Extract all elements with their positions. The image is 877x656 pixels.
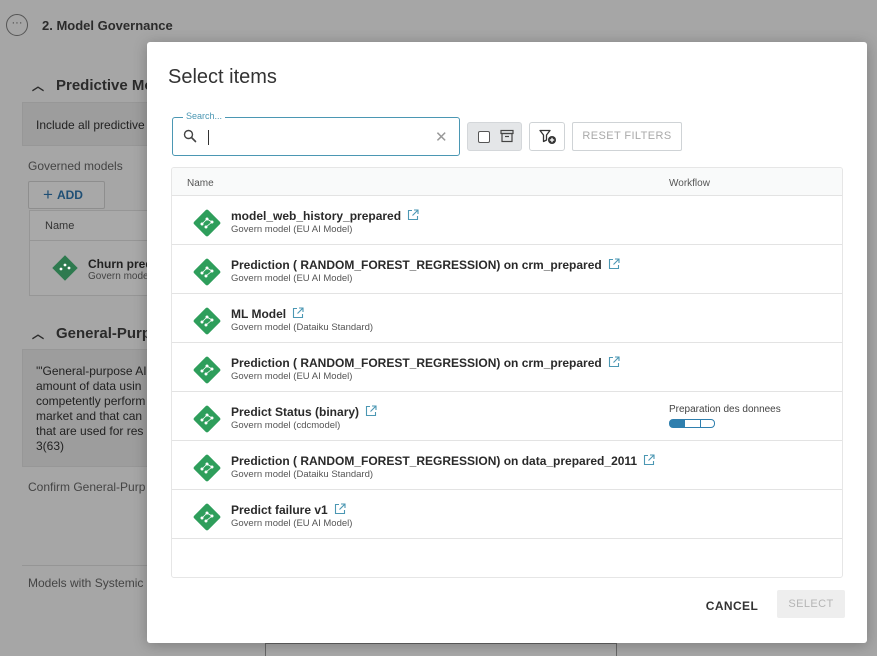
governed-models-table: Name Churn pred Govern mode bbox=[29, 210, 159, 296]
search-field[interactable]: Search... ✕ bbox=[172, 111, 460, 156]
model-diamond-icon bbox=[193, 356, 221, 384]
governed-models-name-header: Name bbox=[30, 211, 158, 241]
cancel-button[interactable]: CANCEL bbox=[699, 592, 765, 620]
row-name: model_web_history_prepared bbox=[231, 209, 402, 223]
row-type: Govern model (Dataiku Standard) bbox=[231, 469, 374, 480]
select-button[interactable]: SELECT bbox=[777, 590, 845, 618]
section-general-purpose[interactable]: ︿ General-Purpo bbox=[32, 325, 160, 342]
chevron-up-icon: ︿ bbox=[32, 327, 45, 341]
workflow-progress-bar bbox=[669, 419, 717, 428]
gp-line-4: market and that can bbox=[36, 409, 143, 423]
table-row[interactable]: Predict failure v1 Govern model (EU AI M… bbox=[172, 490, 842, 539]
table-row[interactable]: Predict Status (binary) Govern model (cd… bbox=[172, 392, 842, 441]
divider bbox=[22, 565, 147, 566]
select-items-dialog: Select items Search... ✕ RESET FILTERS N… bbox=[147, 42, 867, 643]
table-row[interactable]: Prediction ( RANDOM_FOREST_REGRESSION) o… bbox=[172, 343, 842, 392]
model-diamond-icon bbox=[193, 307, 221, 335]
name-column-header[interactable]: Name bbox=[187, 178, 214, 189]
external-link-icon[interactable] bbox=[608, 356, 620, 368]
row-name: Predict Status (binary) bbox=[231, 405, 360, 419]
gp-line-1: '"General-purpose AI bbox=[36, 364, 147, 378]
table-row[interactable]: Prediction ( RANDOM_FOREST_REGRESSION) o… bbox=[172, 245, 842, 294]
row-type: Govern model (EU AI Model) bbox=[231, 518, 353, 529]
table-row[interactable]: ML Model Govern model (Dataiku Standard) bbox=[172, 294, 842, 343]
governed-models-label: Governed models bbox=[28, 159, 123, 173]
gp-line-3: competently perform bbox=[36, 394, 146, 408]
search-icon bbox=[183, 129, 197, 143]
external-link-icon[interactable] bbox=[292, 307, 304, 319]
systemic-models-label: Models with Systemic bbox=[28, 576, 144, 590]
external-link-icon[interactable] bbox=[407, 209, 419, 221]
add-filter-button[interactable] bbox=[529, 122, 565, 151]
external-link-icon[interactable] bbox=[334, 503, 346, 515]
chevron-up-icon: ︿ bbox=[32, 79, 45, 93]
general-purpose-description-box: '"General-purpose AI amount of data usin… bbox=[22, 349, 162, 467]
row-name: Prediction ( RANDOM_FOREST_REGRESSION) o… bbox=[231, 356, 602, 370]
row-type: Govern model (EU AI Model) bbox=[231, 371, 353, 382]
model-diamond-icon bbox=[193, 209, 221, 237]
governed-model-name[interactable]: Churn pred bbox=[88, 257, 153, 271]
close-icon[interactable]: ✕ bbox=[435, 128, 448, 146]
governance-step-title: 2. Model Governance bbox=[42, 18, 173, 33]
table-row[interactable]: Prediction ( RANDOM_FOREST_REGRESSION) o… bbox=[172, 441, 842, 490]
results-table: Name Workflow model_web_history_prepared… bbox=[171, 167, 843, 578]
predictive-description-text: Include all predictive bbox=[36, 118, 145, 132]
row-type: Govern model (EU AI Model) bbox=[231, 224, 353, 235]
section-general-purpose-title: General-Purpo bbox=[56, 325, 161, 342]
external-link-icon[interactable] bbox=[608, 258, 620, 270]
external-link-icon[interactable] bbox=[643, 454, 655, 466]
reset-filters-button[interactable]: RESET FILTERS bbox=[572, 122, 682, 151]
external-link-icon[interactable] bbox=[365, 405, 377, 417]
model-diamond-icon bbox=[52, 255, 78, 281]
workflow-step-label: Preparation des donnees bbox=[669, 404, 781, 415]
gp-line-6: 3(63) bbox=[36, 439, 65, 453]
row-type: Govern model (cdcmodel) bbox=[231, 420, 341, 431]
filter-add-icon bbox=[539, 129, 556, 144]
gp-line-2: amount of data usin bbox=[36, 379, 142, 393]
model-diamond-icon bbox=[193, 454, 221, 482]
results-table-header: Name Workflow bbox=[172, 168, 842, 196]
search-input[interactable] bbox=[207, 126, 427, 148]
plus-icon: + bbox=[43, 185, 53, 204]
model-diamond-icon bbox=[193, 258, 221, 286]
row-name: Prediction ( RANDOM_FOREST_REGRESSION) o… bbox=[231, 258, 602, 272]
archive-toggle-group[interactable] bbox=[467, 122, 522, 151]
add-governed-model-button[interactable]: + ADD bbox=[28, 181, 105, 209]
gp-line-5: that are used for res bbox=[36, 424, 144, 438]
table-row[interactable]: model_web_history_prepared Govern model … bbox=[172, 196, 842, 245]
section-predictive-models-title: Predictive Mo bbox=[56, 77, 154, 94]
search-label: Search... bbox=[183, 111, 226, 121]
add-button-label: ADD bbox=[56, 188, 83, 202]
row-name: Prediction ( RANDOM_FOREST_REGRESSION) o… bbox=[231, 454, 638, 468]
row-type: Govern model (Dataiku Standard) bbox=[231, 322, 374, 333]
row-name: Predict failure v1 bbox=[231, 503, 328, 517]
model-diamond-icon bbox=[193, 503, 221, 531]
workflow-step-segment bbox=[669, 419, 685, 428]
background-input-field[interactable] bbox=[265, 643, 617, 656]
workflow-status: Preparation des donnees bbox=[669, 404, 781, 428]
archive-icon[interactable] bbox=[500, 129, 514, 143]
row-type: Govern model (EU AI Model) bbox=[231, 273, 353, 284]
predictive-description-box: Include all predictive bbox=[22, 102, 162, 146]
governed-model-type: Govern mode bbox=[88, 271, 149, 282]
workflow-column-header[interactable]: Workflow bbox=[669, 178, 710, 189]
row-name: ML Model bbox=[231, 307, 287, 321]
page-menu-button[interactable]: ··· bbox=[6, 14, 28, 36]
workflow-step-segment bbox=[700, 419, 715, 428]
confirm-general-purpose-label: Confirm General-Purp bbox=[28, 480, 146, 494]
results-rows: model_web_history_prepared Govern model … bbox=[172, 196, 842, 539]
section-predictive-models[interactable]: ︿ Predictive Mo bbox=[32, 77, 154, 94]
workflow-step-segment bbox=[685, 419, 701, 428]
dialog-title: Select items bbox=[168, 66, 277, 88]
select-all-checkbox[interactable] bbox=[478, 131, 490, 143]
model-diamond-icon bbox=[193, 405, 221, 433]
